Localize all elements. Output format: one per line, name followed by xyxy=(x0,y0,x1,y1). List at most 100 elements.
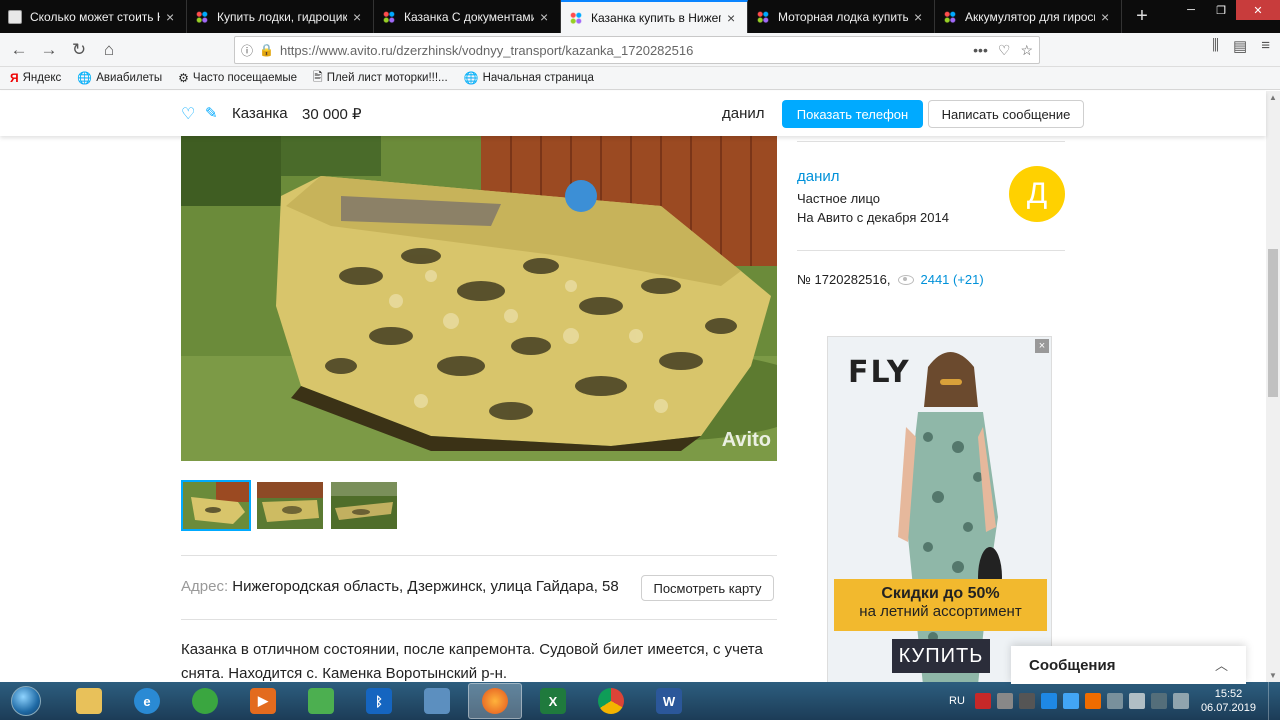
address-bar[interactable]: ⓘ 🔒 https://www.avito.ru/dzerzhinsk/vodn… xyxy=(234,36,1040,64)
bookmark-aviabilety[interactable]: 🌐 Авиабилеты xyxy=(77,71,162,85)
tray-pen-icon[interactable] xyxy=(1018,693,1035,709)
close-tab-icon[interactable]: × xyxy=(1101,9,1113,25)
close-tab-icon[interactable]: × xyxy=(540,9,552,25)
fly-advertisement[interactable]: FLY × Скидки до 50% на летний ассортимен… xyxy=(827,336,1052,684)
browser-tab-1[interactable]: Сколько может стоить Ка × xyxy=(0,0,187,33)
globe-icon: 🌐 xyxy=(77,71,93,85)
ad-discount-text: Скидки до 50% xyxy=(881,585,1000,602)
maximize-icon[interactable]: ❐ xyxy=(1206,0,1236,20)
sidebar-icon[interactable]: ▤ xyxy=(1233,37,1247,55)
library-icon[interactable]: ⫼ xyxy=(1212,37,1219,55)
messages-panel[interactable]: Сообщения ︿ xyxy=(1011,646,1246,684)
tray-pdf-icon[interactable] xyxy=(974,693,991,709)
clock-date: 06.07.2019 xyxy=(1200,702,1256,714)
address-value: Нижегородская область, Дзержинск, улица … xyxy=(232,578,619,595)
tray-app-icon[interactable] xyxy=(1062,693,1079,709)
window-close-icon[interactable]: ✕ xyxy=(1236,0,1280,20)
avatar[interactable]: Д xyxy=(1009,166,1065,222)
info-icon[interactable]: ⓘ xyxy=(241,42,253,59)
system-tray: RU 15:52 06.07.2019 xyxy=(949,682,1280,720)
listing-main-photo[interactable]: Avito xyxy=(181,136,777,461)
page-icon: 🖹 xyxy=(313,69,323,84)
ad-close-icon[interactable]: × xyxy=(1035,339,1049,353)
taskbar-word[interactable]: W xyxy=(642,683,696,719)
star-icon[interactable]: ☆ xyxy=(1020,42,1033,59)
chevron-up-icon[interactable]: ︿ xyxy=(1215,655,1228,674)
scrollbar-thumb[interactable] xyxy=(1268,249,1278,397)
tray-signal-icon[interactable] xyxy=(1128,693,1145,709)
taskbar-tool[interactable] xyxy=(410,683,464,719)
taskbar-chrome[interactable] xyxy=(584,683,638,719)
new-tab-icon[interactable]: + xyxy=(1122,0,1162,33)
ad-buy-button[interactable]: КУПИТЬ xyxy=(892,639,990,673)
address-line: Адрес: Нижегородская область, Дзержинск,… xyxy=(181,578,619,595)
start-button[interactable] xyxy=(0,682,52,720)
close-tab-icon[interactable]: × xyxy=(353,9,365,25)
write-message-button[interactable]: Написать сообщение xyxy=(928,100,1084,128)
bluetooth-icon: ᛒ xyxy=(366,688,392,714)
tray-flag-icon[interactable] xyxy=(1150,693,1167,709)
thumbnail-1[interactable] xyxy=(181,480,251,531)
taskbar-app[interactable] xyxy=(294,683,348,719)
bookmark-start-page[interactable]: 🌐 Начальная страница xyxy=(464,71,594,85)
taskbar-excel[interactable]: X xyxy=(526,683,580,719)
seller-type: Частное лицо xyxy=(797,191,880,206)
listing-stats: № 1720282516, 2441 (+21) xyxy=(797,272,984,287)
note-icon[interactable]: ✎ xyxy=(205,104,218,122)
taskbar-clock[interactable]: 15:52 06.07.2019 xyxy=(1201,687,1256,715)
header-seller-name: данил xyxy=(722,105,765,122)
favorite-heart-icon[interactable]: ♡ xyxy=(181,104,195,124)
seller-name-link[interactable]: данил xyxy=(797,168,949,185)
taskbar-ie[interactable]: e xyxy=(120,683,174,719)
scroll-down-icon[interactable]: ▼ xyxy=(1269,671,1277,680)
windows-taskbar: e ▶ ᛒ X W RU 15:52 06.07.2019 xyxy=(0,682,1280,720)
taskbar-media-player[interactable]: ▶ xyxy=(236,683,290,719)
bookmark-yandex[interactable]: Я Яндекс xyxy=(10,71,61,85)
view-count[interactable]: 2441 (+21) xyxy=(920,272,983,287)
windows-logo-icon xyxy=(11,686,41,716)
browser-tab-5[interactable]: Моторная лодка купить в × xyxy=(748,0,935,33)
browser-tab-4-active[interactable]: Казанка купить в Нижего × xyxy=(561,0,748,33)
tray-network-icon[interactable] xyxy=(1040,693,1057,709)
avito-favicon-icon xyxy=(943,9,957,24)
more-icon[interactable]: ••• xyxy=(973,42,988,59)
pocket-icon[interactable]: ♡ xyxy=(998,42,1011,59)
close-tab-icon[interactable]: × xyxy=(166,9,178,25)
bookmarks-bar: Я Яндекс 🌐 Авиабилеты ⚙ Часто посещаемые 🖹 П… xyxy=(0,67,1280,90)
page-scrollbar[interactable]: ▲ ▼ xyxy=(1266,91,1280,682)
listing-title: Казанка xyxy=(232,105,288,122)
gear-icon: ⚙ xyxy=(178,71,189,85)
avito-favicon-icon xyxy=(569,10,583,25)
browser-tab-3[interactable]: Казанка С документами в × xyxy=(374,0,561,33)
language-indicator[interactable]: RU xyxy=(949,695,965,707)
tray-volume-icon[interactable] xyxy=(1172,693,1189,709)
reload-icon[interactable]: ↻ xyxy=(64,35,94,65)
taskbar-radio[interactable] xyxy=(178,683,232,719)
menu-icon[interactable]: ≡ xyxy=(1261,37,1270,55)
close-tab-icon[interactable]: × xyxy=(914,9,926,25)
bookmark-playlist[interactable]: 🖹 Плей лист моторки!!!... xyxy=(313,68,448,89)
bookmark-frequent[interactable]: ⚙ Часто посещаемые xyxy=(178,71,297,85)
close-tab-icon[interactable]: × xyxy=(727,10,739,26)
home-icon[interactable]: ⌂ xyxy=(94,35,124,65)
taskbar-explorer[interactable] xyxy=(62,683,116,719)
minimize-icon[interactable]: ─ xyxy=(1176,0,1206,20)
app-icon xyxy=(308,688,334,714)
chrome-icon xyxy=(598,688,624,714)
thumbnail-3[interactable] xyxy=(329,480,399,531)
show-desktop-button[interactable] xyxy=(1268,682,1280,720)
browser-tab-6[interactable]: Аккумулятор для гироск × xyxy=(935,0,1122,33)
forward-icon[interactable]: → xyxy=(34,35,64,65)
thumbnail-2[interactable] xyxy=(255,480,325,531)
tray-monitor-icon[interactable] xyxy=(1106,693,1123,709)
tray-tool-icon[interactable] xyxy=(996,693,1013,709)
tray-antivirus-icon[interactable] xyxy=(1084,693,1101,709)
browser-tab-2[interactable]: Купить лодки, гидроцикл × xyxy=(187,0,374,33)
scroll-up-icon[interactable]: ▲ xyxy=(1269,93,1277,102)
taskbar-firefox[interactable] xyxy=(468,683,522,719)
show-phone-button[interactable]: Показать телефон xyxy=(782,100,923,128)
url-text[interactable]: https://www.avito.ru/dzerzhinsk/vodnyy_t… xyxy=(280,43,973,58)
back-icon[interactable]: ← xyxy=(4,35,34,65)
view-map-button[interactable]: Посмотреть карту xyxy=(641,575,774,601)
taskbar-bluetooth[interactable]: ᛒ xyxy=(352,683,406,719)
